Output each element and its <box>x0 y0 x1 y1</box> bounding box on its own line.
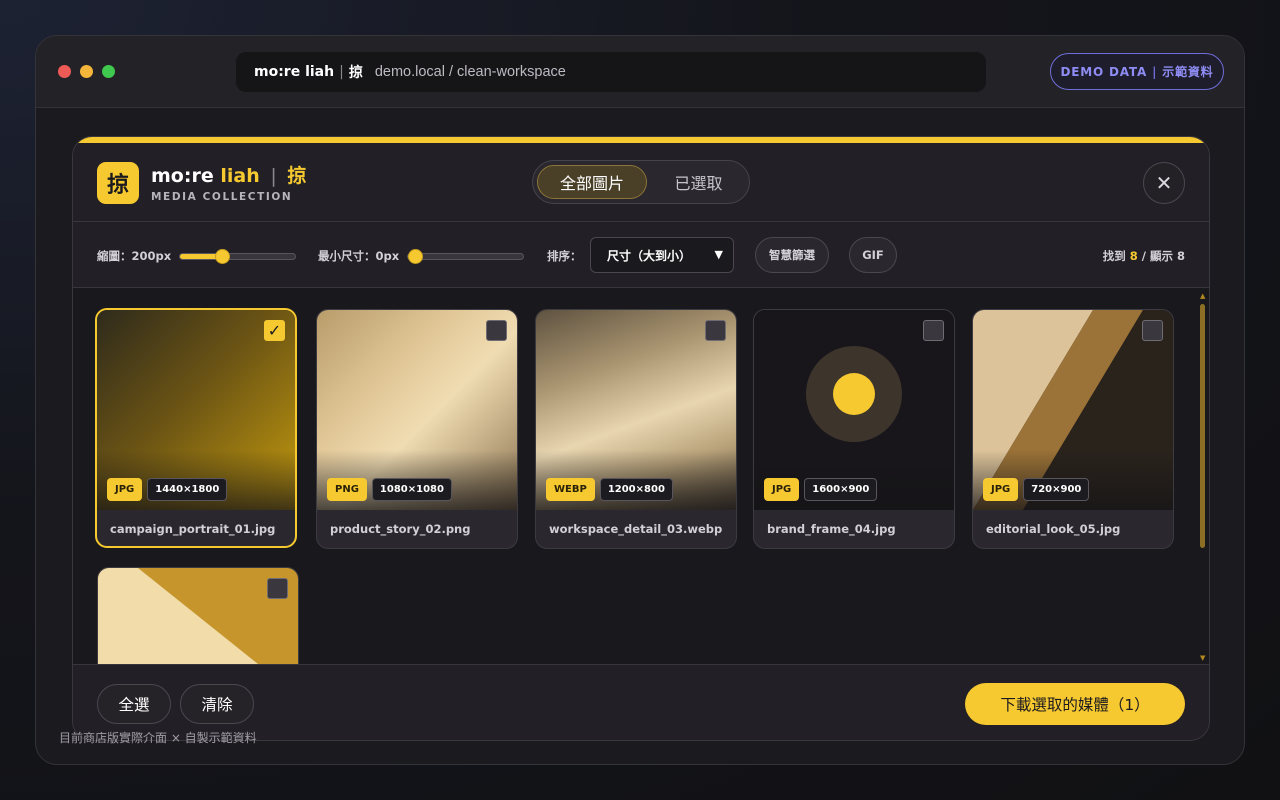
media-grid: ✓ JPG 1440×1800 campaign_portrait_01.jpg… <box>73 288 1209 664</box>
badge-group: JPG 720×900 <box>983 478 1090 501</box>
format-badge: PNG <box>327 478 367 501</box>
media-card[interactable]: WEBP 1200×800 workspace_detail_03.webp <box>535 309 737 549</box>
checkbox-checked-icon[interactable]: ✓ <box>264 320 285 341</box>
view-tabs: 全部圖片 已選取 <box>532 160 750 204</box>
dimension-badge: 1200×800 <box>599 478 673 501</box>
thumbnail-slider-handle[interactable] <box>215 249 230 264</box>
url-brand: mo:re liah <box>254 64 335 80</box>
chevron-down-icon: ▼ <box>714 248 723 261</box>
panel-header: 掠 mo:re liah | 掠 MEDIA COLLECTION 全部圖片 已… <box>73 143 1209 222</box>
format-badge: JPG <box>764 478 800 501</box>
close-button[interactable]: ✕ <box>1143 162 1185 204</box>
app-title-main: mo:re <box>151 165 214 187</box>
checkbox-icon[interactable] <box>1142 320 1163 341</box>
tab-selected[interactable]: 已選取 <box>651 165 746 199</box>
gif-filter-button[interactable]: GIF <box>849 237 897 273</box>
checkbox-icon[interactable] <box>267 578 288 599</box>
url-brand-cjk: 掠 <box>348 65 363 81</box>
min-size-slider[interactable] <box>407 249 524 264</box>
select-all-button[interactable]: 全選 <box>97 684 171 724</box>
min-size-label: 最小尺寸：0px <box>318 249 400 263</box>
dimension-badge: 1440×1800 <box>147 478 228 501</box>
shown-prefix: / 顯示 <box>1141 249 1173 263</box>
media-card[interactable] <box>97 567 299 664</box>
maximize-window-dot[interactable] <box>102 65 115 78</box>
dimension-badge: 1080×1080 <box>371 478 452 501</box>
found-count: 8 <box>1129 249 1138 263</box>
format-badge: JPG <box>983 478 1019 501</box>
media-card[interactable]: PNG 1080×1080 product_story_02.png <box>316 309 518 549</box>
checkbox-icon[interactable] <box>486 320 507 341</box>
media-card[interactable]: JPG 1600×900 brand_frame_04.jpg <box>753 309 955 549</box>
demo-label-cjk: 示範資料 <box>1162 65 1214 79</box>
file-name: brand_frame_04.jpg <box>767 522 896 536</box>
logo-icon: 掠 <box>97 162 139 204</box>
app-title-separator: | <box>270 165 277 187</box>
app-title-accent: liah <box>220 165 260 187</box>
close-icon: ✕ <box>1155 171 1173 195</box>
minimize-window-dot[interactable] <box>80 65 93 78</box>
browser-titlebar: mo:re liah | 掠 demo.local / clean-worksp… <box>36 36 1244 108</box>
format-badge: WEBP <box>546 478 595 501</box>
dimension-badge: 1600×900 <box>804 478 878 501</box>
sort-value: 尺寸（大到小） <box>607 248 692 263</box>
found-prefix: 找到 <box>1102 249 1126 263</box>
download-selected-button[interactable]: 下載選取的媒體（1） <box>965 683 1185 725</box>
url-path: demo.local / clean-workspace <box>374 64 566 80</box>
tab-all-images[interactable]: 全部圖片 <box>537 165 647 199</box>
app-title: mo:re liah | 掠 <box>151 161 306 188</box>
shown-count: 8 <box>1176 249 1185 263</box>
badge-group: PNG 1080×1080 <box>327 478 452 501</box>
media-card[interactable]: ✓ JPG 1440×1800 campaign_portrait_01.jpg <box>95 308 297 548</box>
demo-data-badge: DEMO DATA | 示範資料 <box>1050 53 1224 90</box>
app-title-cjk: 掠 <box>287 165 307 187</box>
file-name: workspace_detail_03.webp <box>549 522 723 536</box>
smart-filter-button[interactable]: 智慧篩選 <box>755 237 829 273</box>
file-name: product_story_02.png <box>330 522 471 536</box>
app-subtitle: MEDIA COLLECTION <box>151 191 293 203</box>
checkbox-icon[interactable] <box>705 320 726 341</box>
thumbnail-size-slider[interactable] <box>179 249 296 264</box>
demo-label: DEMO DATA <box>1060 64 1148 79</box>
url-separator: | <box>339 64 344 80</box>
scroll-down-icon[interactable]: ▼ <box>1200 654 1205 662</box>
badge-group: JPG 1440×1800 <box>107 478 228 501</box>
close-window-dot[interactable] <box>58 65 71 78</box>
file-name: editorial_look_05.jpg <box>986 522 1121 536</box>
media-collection-panel: 掠 mo:re liah | 掠 MEDIA COLLECTION 全部圖片 已… <box>72 136 1210 741</box>
scrollbar[interactable]: ▲ ▼ <box>1200 292 1206 662</box>
demo-separator: | <box>1152 64 1158 79</box>
dimension-badge: 720×900 <box>1023 478 1090 501</box>
result-count: 找到 8 / 顯示 8 <box>1103 248 1185 264</box>
filter-toolbar: 縮圖：200px 最小尺寸：0px 排序： 尺寸（大到小） ▼ 智慧篩選 GIF… <box>73 222 1209 288</box>
browser-window: mo:re liah | 掠 demo.local / clean-worksp… <box>35 35 1245 765</box>
media-card[interactable]: JPG 720×900 editorial_look_05.jpg <box>972 309 1174 549</box>
badge-group: WEBP 1200×800 <box>546 478 673 501</box>
format-badge: JPG <box>107 478 143 501</box>
sort-label: 排序： <box>547 249 582 263</box>
sort-select[interactable]: 尺寸（大到小） ▼ <box>590 237 734 273</box>
thumbnail-size-label: 縮圖：200px <box>97 249 172 263</box>
clear-button[interactable]: 清除 <box>180 684 254 724</box>
checkbox-icon[interactable] <box>923 320 944 341</box>
file-name: campaign_portrait_01.jpg <box>110 522 276 536</box>
badge-group: JPG 1600×900 <box>764 478 878 501</box>
scroll-up-icon[interactable]: ▲ <box>1200 292 1205 300</box>
scrollbar-thumb[interactable] <box>1200 304 1205 548</box>
min-size-slider-handle[interactable] <box>408 249 423 264</box>
page-caption: 目前商店版實際介面 × 自製示範資料 <box>59 731 257 745</box>
address-bar[interactable]: mo:re liah | 掠 demo.local / clean-worksp… <box>236 52 986 92</box>
